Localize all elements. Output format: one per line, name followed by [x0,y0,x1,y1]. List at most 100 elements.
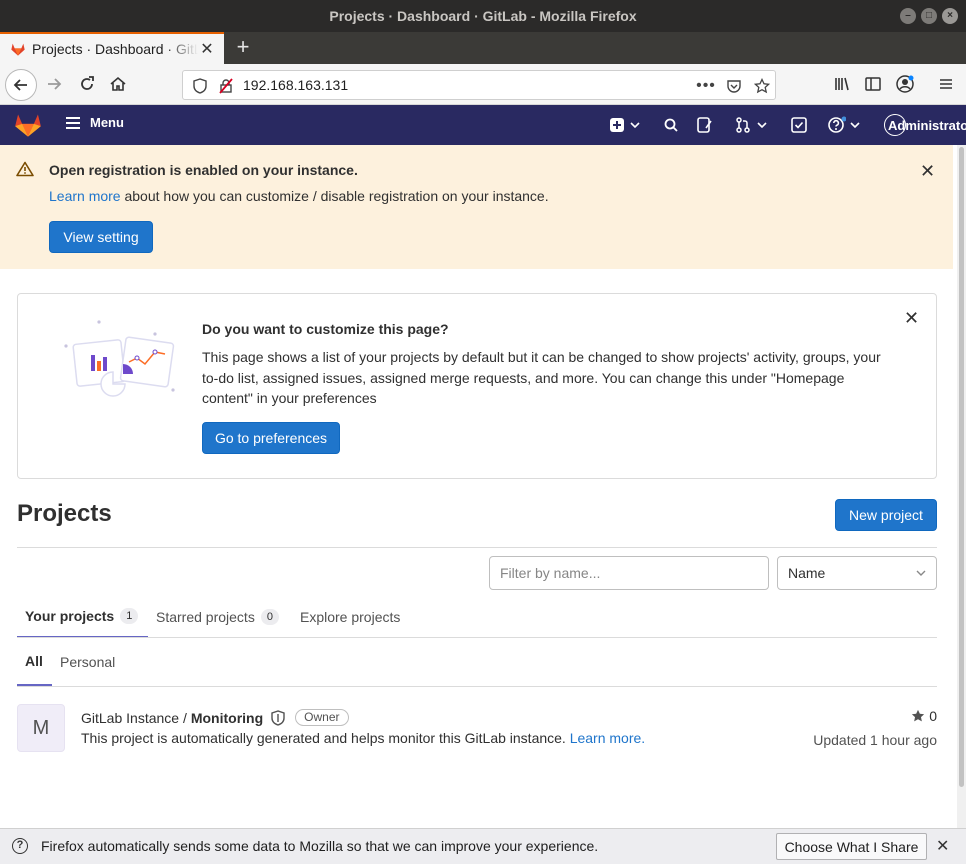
filter-by-name-input[interactable] [489,556,769,590]
customize-homepage-card: Do you want to customize this page? This… [17,293,937,479]
account-icon[interactable] [895,74,915,94]
search-button[interactable] [664,116,678,134]
tab-label: Explore projects [300,609,401,625]
tab-explore-projects[interactable]: Explore projects [300,596,400,638]
star-count: 0 [929,708,937,724]
notification-text: Firefox automatically sends some data to… [41,838,599,854]
choose-what-i-share-button[interactable]: Choose What I Share [776,833,927,860]
sidebar-icon[interactable] [863,74,883,94]
create-new-dropdown[interactable] [610,116,640,134]
project-avatar[interactable]: M [17,704,65,752]
todos-button[interactable] [791,116,807,134]
question-icon: ? [12,838,28,854]
gitlab-favicon-icon [11,43,25,56]
tab-close-icon[interactable]: ✕ [198,39,216,59]
sort-value: Name [788,565,826,581]
learn-more-link[interactable]: Learn more. [570,730,645,746]
window-controls: – □ × [900,8,958,24]
insecure-lock-icon[interactable] [217,77,235,95]
new-tab-button[interactable]: + [232,36,254,58]
count-badge: 0 [260,609,279,625]
project-description-text: This project is automatically generated … [81,730,566,746]
customize-card-title: Do you want to customize this page? [202,321,449,337]
role-badge: Owner [295,709,349,726]
project-list-item: M GitLab Instance / Monitoring Owner Thi… [17,704,937,754]
chevron-down-icon [630,122,640,128]
issues-button[interactable] [697,116,713,134]
close-icon[interactable]: ✕ [920,161,935,182]
learn-more-link[interactable]: Learn more [49,188,121,204]
url-bar[interactable]: 192.168.163.131 ••• [182,70,776,100]
page-scrollbar[interactable] [957,145,966,828]
divider [17,686,937,687]
minimize-button[interactable]: – [900,8,916,24]
count-badge: 1 [120,608,139,624]
warning-icon [16,161,34,177]
star-icon [912,709,925,722]
subtab-label: Personal [60,654,116,670]
tab-your-projects[interactable]: Your projects 1 [17,596,148,638]
close-window-button[interactable]: × [942,8,958,24]
gitlab-top-bar: Menu Administrator [0,105,966,145]
go-to-preferences-button[interactable]: Go to preferences [202,422,340,454]
divider [17,547,937,548]
merge-requests-dropdown[interactable] [735,116,767,134]
view-setting-button[interactable]: View setting [49,221,153,253]
tab-label: Starred projects [156,609,255,625]
new-project-button[interactable]: New project [835,499,937,531]
menu-label: Menu [90,115,124,130]
search-icon [664,118,678,132]
browser-tab-active[interactable]: Projects · Dashboard · GitLab ✕ [0,32,224,64]
home-icon [110,76,126,91]
divider [17,637,937,638]
sort-dropdown[interactable]: Name [777,556,937,590]
browser-tab-title: Projects · Dashboard · GitLab [32,41,198,57]
shield-icon[interactable] [191,77,209,95]
project-name: Monitoring [190,709,264,726]
subtab-personal[interactable]: Personal [60,638,115,686]
project-stars[interactable]: 0 [911,708,937,724]
back-arrow-icon [13,79,27,91]
window-titlebar: Projects · Dashboard · GitLab - Mozilla … [0,0,966,32]
issues-icon [697,117,712,133]
main-menu-button[interactable]: Menu [66,115,124,130]
window-title: Projects · Dashboard · GitLab - Mozilla … [329,8,637,24]
browser-navbar: 192.168.163.131 ••• [0,64,966,105]
bookmark-star-icon[interactable] [753,77,771,95]
maximize-button[interactable]: □ [921,8,937,24]
user-menu-dropdown[interactable]: Administrator [884,114,966,136]
project-description: This project is automatically generated … [81,730,645,746]
customize-illustration-icon [64,320,175,397]
data-notification-bar: ? Firefox automatically sends some data … [0,828,966,864]
project-name-link[interactable]: GitLab Instance / Monitoring Owner [81,709,349,726]
page-title: Projects [17,500,112,527]
scrollbar-thumb[interactable] [959,147,964,787]
close-icon[interactable]: ✕ [904,308,919,329]
tab-label: Your projects [25,608,115,624]
close-icon[interactable]: ✕ [936,836,949,856]
project-namespace: GitLab Instance / [81,709,187,726]
help-dropdown[interactable] [828,116,860,134]
registration-alert-body: about how you can customize / disable re… [120,188,549,204]
project-updated-time: Updated 1 hour ago [813,732,937,748]
user-name: Administrator [888,117,966,133]
tab-starred-projects[interactable]: Starred projects 0 [156,596,279,638]
chevron-down-icon [916,570,926,576]
reload-icon [81,76,94,90]
forward-button[interactable] [44,74,64,94]
page-actions-icon[interactable]: ••• [696,77,715,95]
plus-square-icon [610,118,624,132]
hamburger-menu-icon[interactable] [936,74,956,94]
customize-card-text: This page shows a list of your projects … [202,349,881,406]
library-icon[interactable] [832,74,852,94]
back-button[interactable] [5,69,37,101]
pocket-icon[interactable] [725,77,743,95]
todo-check-icon [791,117,807,133]
registration-alert: Open registration is enabled on your ins… [0,145,953,269]
gitlab-logo-icon[interactable] [14,112,42,138]
forward-arrow-icon [48,78,62,90]
reload-button[interactable] [77,74,97,94]
home-button[interactable] [108,74,128,94]
subtab-all[interactable]: All [17,638,52,686]
registration-alert-text: Learn more about how you can customize /… [49,188,549,204]
